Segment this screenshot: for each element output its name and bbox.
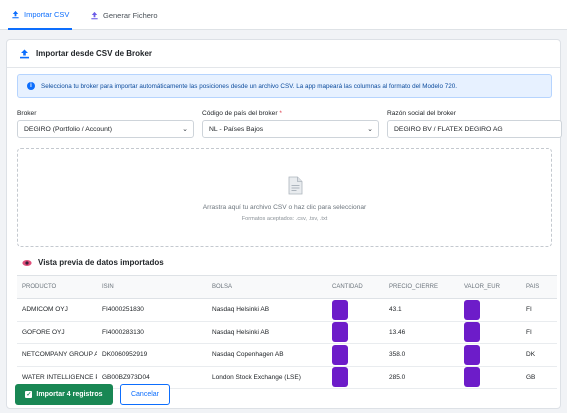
cell-bolsa: London Stock Exchange (LSE) (207, 366, 327, 389)
broker-label: Broker (17, 110, 37, 117)
cell-pais: DK (521, 343, 557, 367)
redaction-mark (464, 344, 480, 365)
card-header: Importar desde CSV de Broker (7, 40, 560, 68)
dropzone-text: Arrastra aquí tu archivo CSV o haz clic … (202, 204, 367, 211)
country-value: NL - Países Bajos (209, 125, 264, 133)
broker-name-input[interactable]: DEGIRO BV / FLATEX DEGIRO AG (387, 120, 562, 138)
cancel-button[interactable]: Cancelar (120, 384, 170, 405)
alert-text: Selecciona tu broker para importar autom… (41, 82, 457, 90)
col-valor-eur: VALOR_EUR (459, 275, 521, 299)
cell-bolsa: Nasdaq Copenhagen AB (207, 343, 327, 367)
import-button-label: Importar 4 registros (36, 391, 103, 398)
redaction-mark (464, 322, 480, 343)
tab-label: Importar CSV (24, 9, 70, 19)
cell-valor (459, 298, 521, 322)
broker-value: DEGIRO (Portfolio / Account) (24, 125, 113, 133)
col-bolsa: BOLSA (207, 275, 327, 299)
preview-table: PRODUCTO ISIN BOLSA CANTIDAD PRECIO_CIER… (17, 275, 557, 389)
tab-label: Generar Fichero (103, 10, 158, 20)
cell-cantidad (327, 343, 384, 367)
name-label: Razón social del broker (387, 110, 456, 117)
cell-pais: GB (521, 366, 557, 389)
file-icon (91, 11, 98, 19)
cell-cantidad (327, 298, 384, 322)
redaction-mark (464, 367, 480, 388)
cell-isin: FI4000283130 (97, 321, 207, 344)
col-pais: PAIS (521, 275, 557, 299)
cell-valor (459, 321, 521, 344)
info-icon: i (27, 82, 35, 90)
chevron-down-icon: ⌄ (182, 126, 188, 133)
cell-precio: 285.0 (384, 366, 459, 389)
col-cantidad: CANTIDAD (327, 275, 384, 299)
import-card: Importar desde CSV de Broker i Seleccion… (6, 39, 562, 409)
col-producto: PRODUCTO (17, 275, 97, 299)
upload-icon (20, 49, 29, 58)
redaction-mark (332, 367, 348, 388)
cell-producto: NETCOMPANY GROUP A/S (17, 343, 97, 367)
tab-importar-csv[interactable]: Importar CSV (8, 0, 73, 30)
cell-producto: ADMICOM OYJ (17, 298, 97, 322)
redaction-mark (332, 322, 348, 343)
col-precio-cierre: PRECIO_CIERRE (384, 275, 459, 299)
table-row: NETCOMPANY GROUP A/S DK0060952919 Nasdaq… (17, 343, 557, 367)
cell-pais: FI (521, 298, 557, 322)
country-label: Código de país del broker * (202, 110, 282, 117)
col-isin: ISIN (97, 275, 207, 299)
card-title: Importar desde CSV de Broker (36, 49, 153, 58)
import-button[interactable]: ✓ Importar 4 registros (15, 384, 113, 405)
upload-icon (12, 10, 19, 18)
cell-producto: GOFORE OYJ (17, 321, 97, 344)
cell-cantidad (327, 366, 384, 389)
cell-pais: FI (521, 321, 557, 344)
tab-generar-fichero[interactable]: Generar Fichero (90, 0, 158, 30)
cell-bolsa: Nasdaq Helsinki AB (207, 298, 327, 322)
cell-bolsa: Nasdaq Helsinki AB (207, 321, 327, 344)
cancel-button-label: Cancelar (130, 391, 159, 398)
cell-valor (459, 343, 521, 367)
cell-valor (459, 366, 521, 389)
cell-precio: 358.0 (384, 343, 459, 367)
file-icon (288, 176, 303, 195)
cell-isin: DK0060952919 (97, 343, 207, 367)
info-alert: i Selecciona tu broker para importar aut… (17, 74, 552, 98)
cell-precio: 43.1 (384, 298, 459, 322)
country-select[interactable]: NL - Países Bajos ⌄ (202, 120, 379, 138)
redaction-mark (332, 344, 348, 365)
broker-select[interactable]: DEGIRO (Portfolio / Account) ⌄ (17, 120, 194, 138)
chevron-down-icon: ⌄ (367, 126, 373, 133)
cell-precio: 13.46 (384, 321, 459, 344)
broker-name-value: DEGIRO BV / FLATEX DEGIRO AG (394, 125, 503, 133)
table-row: GOFORE OYJ FI4000283130 Nasdaq Helsinki … (17, 321, 557, 344)
table-header-row: PRODUCTO ISIN BOLSA CANTIDAD PRECIO_CIER… (17, 275, 557, 299)
redaction-mark (464, 299, 480, 320)
preview-title: Vista previa de datos importados (22, 258, 164, 267)
eye-icon (22, 259, 32, 266)
dropzone-formats: Formatos aceptados: .csv, .tsv, .txt (241, 216, 328, 222)
table-row: ADMICOM OYJ FI4000251830 Nasdaq Helsinki… (17, 298, 557, 322)
check-icon: ✓ (25, 391, 33, 398)
redaction-mark (332, 299, 348, 320)
cell-cantidad (327, 321, 384, 344)
file-dropzone[interactable]: Arrastra aquí tu archivo CSV o haz clic … (17, 148, 552, 247)
tab-bar: Importar CSV Generar Fichero (0, 0, 567, 30)
cell-isin: FI4000251830 (97, 298, 207, 322)
